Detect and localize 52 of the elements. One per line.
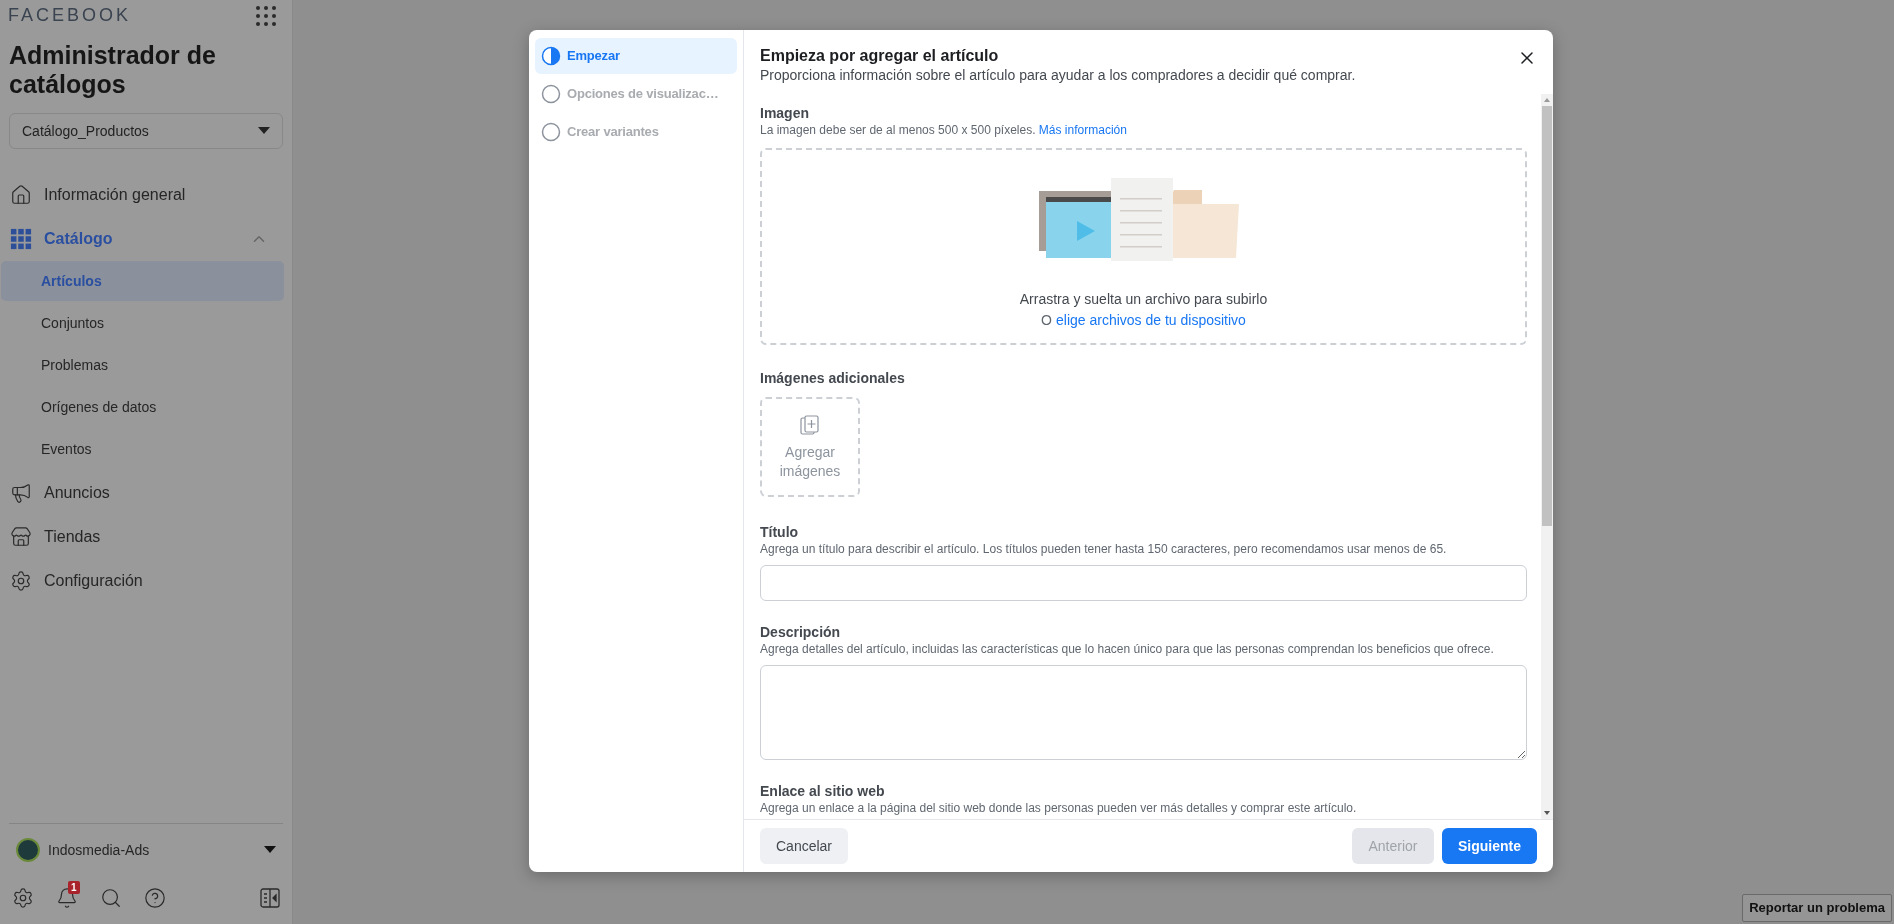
notification-badge: 1	[68, 881, 80, 894]
collapse-panel-icon[interactable]	[260, 888, 280, 908]
nav-subitem[interactable]: Eventos	[1, 429, 284, 469]
dropdown-caret-icon[interactable]	[264, 846, 276, 854]
field-label: Título	[760, 523, 800, 541]
modal-title: Empieza por agregar el artículo	[760, 46, 1000, 66]
nav-subitem[interactable]: Problemas	[1, 345, 284, 385]
field-help-text: Agrega detalles del artículo, incluidas las características que lo hacen único para que las personas comprendan los beneficios que ofrece.	[760, 641, 1495, 657]
catalog-select[interactable]: Catálogo_Productos	[9, 113, 283, 149]
dropdown-caret-icon	[258, 127, 270, 135]
store-icon	[10, 526, 32, 548]
dropzone-text: Arrastra y suelta un archivo para subirlo	[1019, 290, 1268, 309]
dropzone-prefix: O	[1041, 311, 1052, 330]
choose-files-link[interactable]: elige archivos de tu dispositivo	[1056, 310, 1246, 331]
modal-subtitle: Proporciona información sobre el artículo para ayudar a los compradores a decidir qué comprar.	[760, 66, 1356, 84]
megaphone-icon	[10, 482, 32, 504]
scroll-down-arrow-icon[interactable]	[1543, 809, 1551, 817]
add-images-button[interactable]: Agregar imágenes	[760, 397, 860, 497]
nav-item[interactable]: Catálogo	[0, 217, 292, 261]
grid-icon	[10, 228, 32, 250]
add-image-icon	[798, 413, 822, 437]
search-icon[interactable]	[100, 887, 122, 909]
footer-button[interactable]: Siguiente	[1442, 828, 1537, 864]
image-dropzone[interactable]: Arrastra y suelta un archivo para subirlo O elige archivos de tu dispositivo	[760, 148, 1527, 345]
scrollbar[interactable]	[1541, 94, 1553, 819]
text-field[interactable]	[760, 565, 1527, 601]
account-avatar	[16, 838, 40, 862]
brand-wordmark: FACEBOOK	[8, 4, 132, 27]
report-problem-button[interactable]: Reportar un problema	[1742, 894, 1892, 922]
field-help-text: La imagen debe ser de al menos 500 x 500 píxeles. Más información	[760, 122, 1128, 138]
nav-item[interactable]: Información general	[0, 173, 292, 217]
nav-subitem[interactable]: Conjuntos	[1, 303, 284, 343]
nav-subitem[interactable]: Orígenes de datos	[1, 387, 284, 427]
settings-icon[interactable]	[12, 887, 34, 909]
help-icon[interactable]	[144, 887, 166, 909]
nav-item[interactable]: Tiendas	[0, 515, 292, 559]
field-label: Descripción	[760, 623, 842, 641]
apps-grid-icon[interactable]	[256, 5, 276, 26]
field-help-text: Agrega un título para describir el artículo. Los títulos pueden tener hasta 150 caracteres, pero recomendamos usar menos de 65.	[760, 541, 1448, 557]
nav-item[interactable]: Anuncios	[0, 471, 292, 515]
step-item[interactable]: Empezar	[535, 38, 737, 74]
more-info-link[interactable]: Más información	[1038, 123, 1127, 137]
nav-item[interactable]: Configuración	[0, 559, 292, 603]
field-label: Imagen	[760, 104, 810, 122]
home-icon	[10, 184, 32, 206]
app-title: Administrador de catálogos	[8, 41, 217, 99]
field-label: Imágenes adicionales	[760, 369, 906, 387]
settings-icon	[10, 570, 32, 592]
footer-button[interactable]: Cancelar	[760, 828, 849, 864]
field-help-text: Agrega un enlace a la página del sitio web donde las personas pueden ver más detalles y comprar este artículo.	[760, 800, 1358, 816]
field-label: Enlace al sitio web	[760, 782, 886, 800]
account-name[interactable]: Indosmedia-Ads	[48, 839, 256, 861]
